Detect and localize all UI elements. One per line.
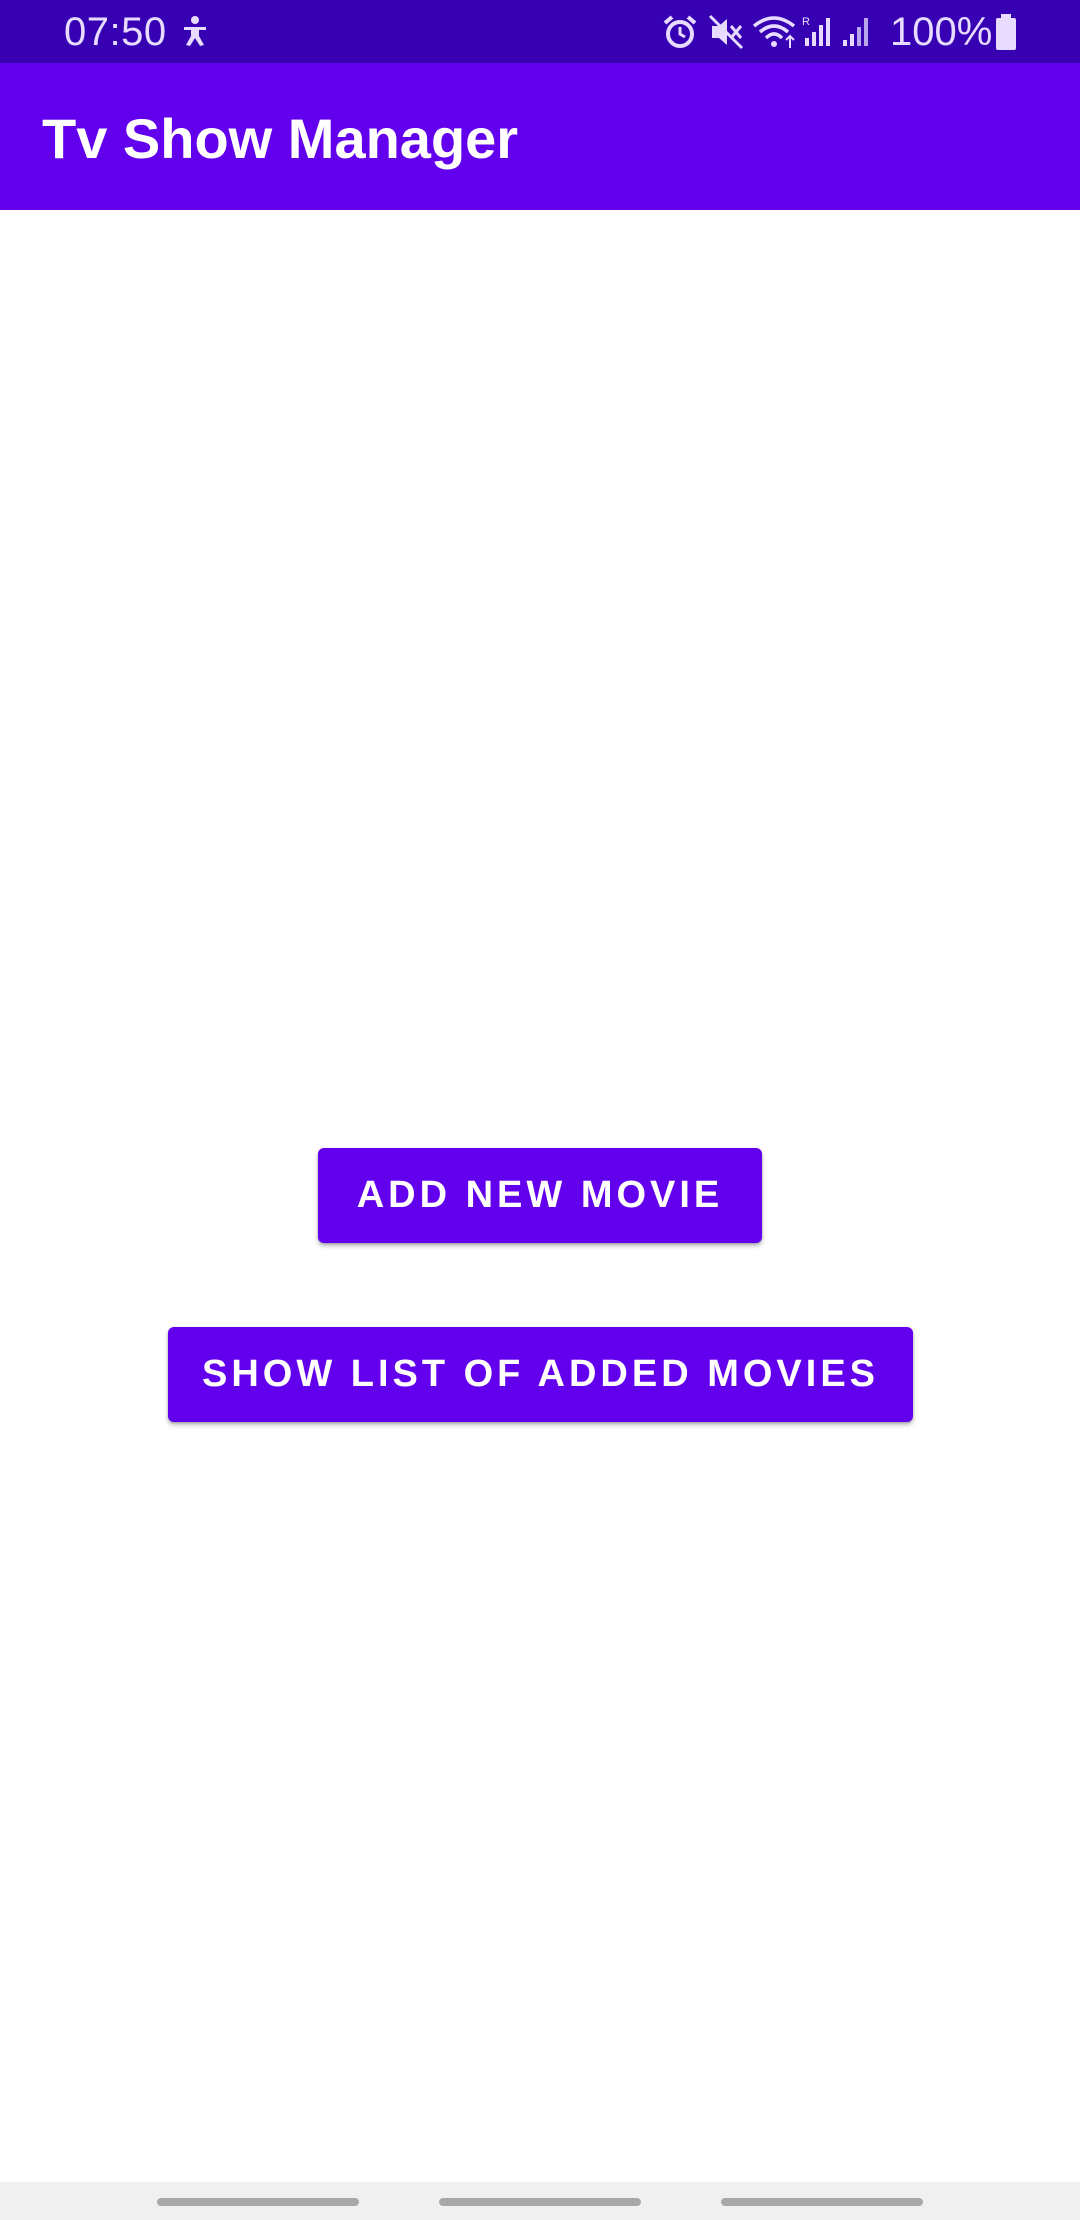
accessibility-icon: [178, 14, 212, 48]
wifi-icon: [752, 14, 796, 55]
add-new-movie-button[interactable]: ADD NEW MOVIE: [318, 1148, 762, 1243]
mute-icon: [708, 14, 744, 55]
battery-icon: [994, 14, 1018, 57]
nav-back-handle[interactable]: [721, 2198, 923, 2206]
signal-icon: R: [802, 14, 836, 55]
app-title: Tv Show Manager: [42, 107, 519, 170]
nav-recents-handle[interactable]: [157, 2198, 359, 2206]
app-bar: Tv Show Manager: [0, 63, 1080, 210]
status-time: 07:50: [64, 10, 167, 54]
show-movie-list-label: SHOW LIST OF ADDED MOVIES: [201, 1353, 880, 1395]
app-screen: 07:50 R 100% Tv Show Manager ADD NEW MOV…: [0, 0, 1080, 2220]
svg-text:R: R: [802, 16, 810, 28]
battery-percent: 100%: [890, 10, 993, 54]
alarm-icon: [662, 14, 698, 55]
show-movie-list-button[interactable]: SHOW LIST OF ADDED MOVIES: [168, 1327, 913, 1422]
signal-icon: [840, 14, 874, 55]
navigation-bar: [0, 2182, 1080, 2220]
status-bar: 07:50 R 100%: [0, 0, 1080, 63]
add-new-movie-label: ADD NEW MOVIE: [356, 1174, 724, 1216]
nav-home-handle[interactable]: [439, 2198, 641, 2206]
